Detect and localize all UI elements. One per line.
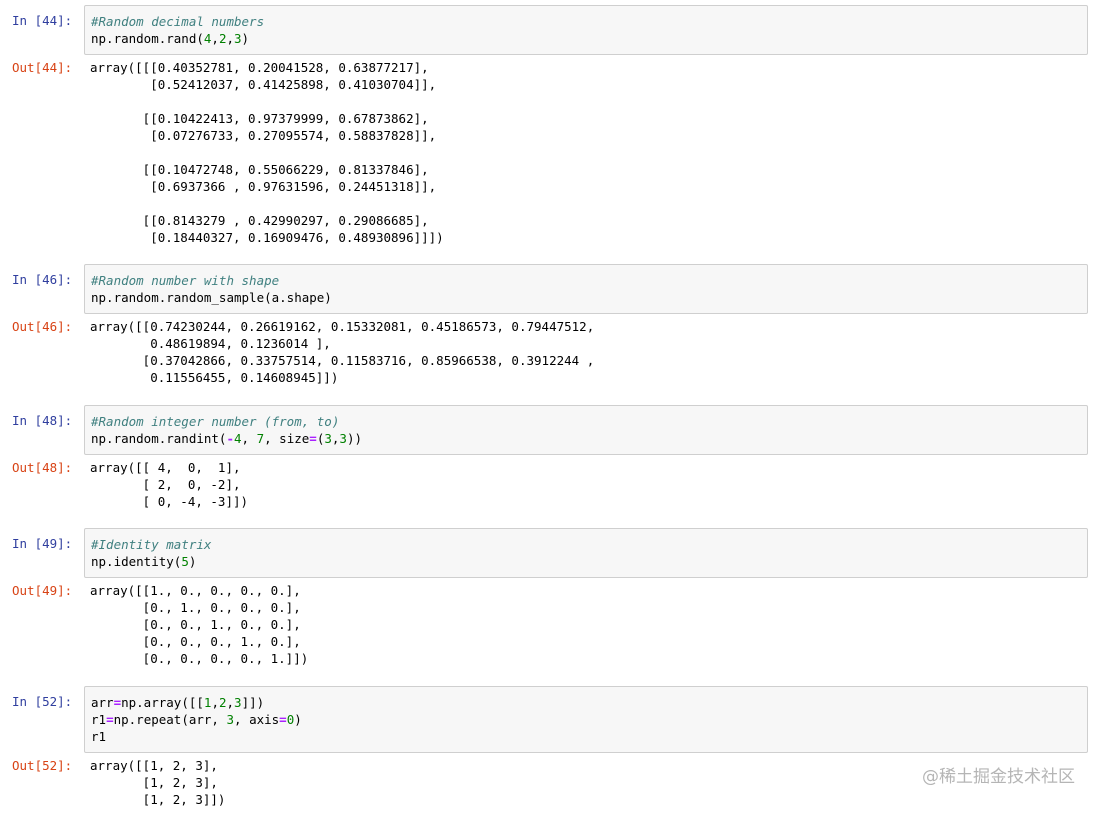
in-prompt: In [52]:: [12, 694, 73, 709]
code-input-cell[interactable]: #Random number with shape np.random.rand…: [84, 264, 1088, 314]
in-prompt: In [46]:: [12, 272, 73, 287]
output-line: [[0.10422413, 0.97379999, 0.67873862],: [90, 111, 429, 126]
code-line: np.random.random_sample(a.shape): [91, 290, 332, 305]
out-prompt: Out[49]:: [12, 583, 73, 598]
code-comment: #Identity matrix: [91, 537, 212, 552]
code-comment: #Random number with shape: [91, 273, 280, 288]
code-input-cell[interactable]: #Random decimal numbers np.random.rand(4…: [84, 5, 1088, 55]
output-line: [1, 2, 3]]): [90, 792, 226, 807]
code-input-cell[interactable]: arr=np.array([[1,2,3]]) r1=np.repeat(arr…: [84, 686, 1088, 753]
output-line: 0.11556455, 0.14608945]]): [90, 370, 339, 385]
output-line: [[0.10472748, 0.55066229, 0.81337846],: [90, 162, 429, 177]
output-line: [0.18440327, 0.16909476, 0.48930896]]]): [90, 230, 444, 245]
output-line: [0.07276733, 0.27095574, 0.58837828]],: [90, 128, 437, 143]
cell-output: array([[1., 0., 0., 0., 0.], [0., 1., 0.…: [90, 582, 1088, 667]
output-line: array([[0.74230244, 0.26619162, 0.153320…: [90, 319, 595, 334]
output-line: [0.52412037, 0.41425898, 0.41030704]],: [90, 77, 437, 92]
in-prompt: In [44]:: [12, 13, 73, 28]
output-line: array([[[0.40352781, 0.20041528, 0.63877…: [90, 60, 429, 75]
in-prompt: In [49]:: [12, 536, 73, 551]
code-line: np.random.rand(4,2,3): [91, 31, 250, 46]
watermark: @稀土掘金技术社区: [922, 767, 1075, 787]
code-comment: #Random decimal numbers: [91, 14, 265, 29]
code-line: np.random.randint(-4, 7, size=(3,3)): [91, 431, 362, 446]
output-line: [ 2, 0, -2],: [90, 477, 241, 492]
code-line: r1: [91, 729, 107, 744]
cell-output: array([[0.74230244, 0.26619162, 0.153320…: [90, 318, 1088, 386]
code-line: arr=np.array([[1,2,3]]): [91, 695, 265, 710]
out-prompt: Out[46]:: [12, 319, 73, 334]
cell-output: array([[ 4, 0, 1], [ 2, 0, -2], [ 0, -4,…: [90, 459, 1088, 510]
output-line: [ 0, -4, -3]]): [90, 494, 249, 509]
code-line: r1=np.repeat(arr, 3, axis=0): [91, 712, 302, 727]
cell-output: array([[[0.40352781, 0.20041528, 0.63877…: [90, 59, 1088, 246]
code-input-cell[interactable]: #Random integer number (from, to) np.ran…: [84, 405, 1088, 455]
output-line: [[0.8143279 , 0.42990297, 0.29086685],: [90, 213, 429, 228]
output-line: 0.48619894, 0.1236014 ],: [90, 336, 331, 351]
in-prompt: In [48]:: [12, 413, 73, 428]
out-prompt: Out[48]:: [12, 460, 73, 475]
code-input-cell[interactable]: #Identity matrix np.identity(5): [84, 528, 1088, 578]
output-line: [0., 1., 0., 0., 0.],: [90, 600, 301, 615]
output-line: [0., 0., 0., 0., 1.]]): [90, 651, 309, 666]
output-line: array([[1., 0., 0., 0., 0.],: [90, 583, 301, 598]
code-comment: #Random integer number (from, to): [91, 414, 340, 429]
code-line: np.identity(5): [91, 554, 197, 569]
output-line: array([[ 4, 0, 1],: [90, 460, 241, 475]
output-line: [0., 0., 0., 1., 0.],: [90, 634, 301, 649]
output-line: [0.37042866, 0.33757514, 0.11583716, 0.8…: [90, 353, 595, 368]
output-line: [0., 0., 1., 0., 0.],: [90, 617, 301, 632]
output-line: [0.6937366 , 0.97631596, 0.24451318]],: [90, 179, 437, 194]
out-prompt: Out[52]:: [12, 758, 73, 773]
out-prompt: Out[44]:: [12, 60, 73, 75]
